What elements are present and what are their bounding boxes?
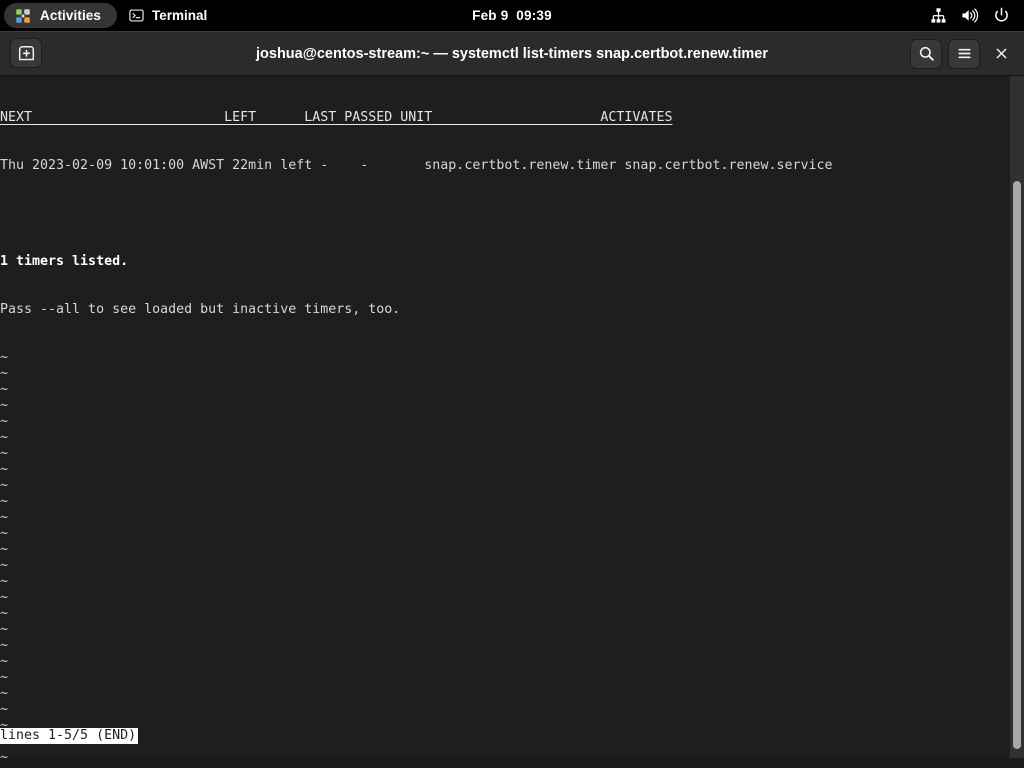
pager-empty-line: ~ [0, 382, 9, 397]
system-status-area[interactable] [930, 0, 1024, 31]
pager-empty-line: ~ [0, 366, 9, 381]
pager-empty-lines: ~~~~~~~~~~~~~~~~~~~~~~~~~~~~~~~~~~~~ [0, 350, 1024, 758]
timers-table-row: Thu 2023-02-09 10:01:00 AWST 22min left … [0, 158, 833, 173]
power-icon [993, 7, 1010, 24]
timers-table-header-row: NEXT LEFT LAST PASSED UNIT ACTIVATES [0, 110, 673, 125]
desktop-background-strip [0, 758, 1024, 768]
timers-hint-row: Pass --all to see loaded but inactive ti… [0, 302, 401, 317]
pager-empty-line: ~ [0, 526, 9, 541]
pager-empty-line: ~ [0, 414, 9, 429]
pager-empty-line: ~ [0, 702, 9, 717]
top-bar-left-group: Activities Terminal [0, 0, 217, 31]
pager-empty-line: ~ [0, 462, 9, 477]
pager-empty-line: ~ [0, 750, 9, 758]
gnome-apps-icon [15, 8, 31, 24]
terminal-icon [129, 8, 144, 23]
pager-empty-line: ~ [0, 686, 9, 701]
pager-empty-line: ~ [0, 574, 9, 589]
volume-icon [961, 7, 979, 24]
header-right-controls [910, 31, 1016, 76]
header-left-controls [0, 38, 42, 68]
new-tab-button[interactable] [10, 38, 42, 68]
main-menu-button[interactable] [948, 38, 980, 69]
pager-empty-line: ~ [0, 542, 9, 557]
pager-empty-line: ~ [0, 510, 9, 525]
search-button[interactable] [910, 38, 942, 69]
timers-summary-row: 1 timers listed. [0, 254, 129, 269]
pager-empty-line: ~ [0, 398, 9, 413]
pager-empty-line: ~ [0, 590, 9, 605]
terminal-scrollbar[interactable] [1010, 76, 1024, 758]
clock-button[interactable]: Feb 9 09:39 [464, 8, 560, 23]
pager-empty-line: ~ [0, 430, 9, 445]
activities-button[interactable]: Activities [4, 3, 118, 28]
pager-status-bar: lines 1-5/5 (END) [0, 728, 139, 744]
pager-empty-line: ~ [0, 478, 9, 493]
window-header-bar: joshua@centos-stream:~ — systemctl list-… [0, 31, 1024, 76]
close-button[interactable] [986, 39, 1016, 69]
pager-empty-line: ~ [0, 606, 9, 621]
pager-empty-line: ~ [0, 446, 9, 461]
terminal-screen[interactable]: NEXT LEFT LAST PASSED UNIT ACTIVATES Thu… [0, 76, 1024, 758]
hamburger-menu-icon [956, 45, 973, 62]
new-tab-icon [18, 45, 35, 62]
activities-label: Activities [40, 8, 102, 23]
terminal-view[interactable]: NEXT LEFT LAST PASSED UNIT ACTIVATES Thu… [0, 76, 1024, 758]
pager-empty-line: ~ [0, 718, 9, 733]
pager-empty-line: ~ [0, 670, 9, 685]
search-icon [918, 45, 935, 62]
pager-empty-line: ~ [0, 494, 9, 509]
terminal-scrollbar-thumb[interactable] [1013, 181, 1021, 749]
window-title: joshua@centos-stream:~ — systemctl list-… [256, 45, 768, 62]
terminal-window: joshua@centos-stream:~ — systemctl list-… [0, 31, 1024, 758]
gnome-top-bar: Activities Terminal Feb 9 09:39 [0, 0, 1024, 31]
app-menu-terminal[interactable]: Terminal [119, 3, 217, 28]
pager-empty-line: ~ [0, 558, 9, 573]
pager-empty-line: ~ [0, 622, 9, 637]
wired-network-icon [930, 7, 947, 24]
pager-empty-line: ~ [0, 734, 1024, 750]
pager-empty-line: ~ [0, 638, 9, 653]
close-icon [994, 46, 1009, 61]
pager-empty-line: ~ [0, 350, 9, 365]
pager-empty-line: ~ [0, 654, 9, 669]
blank-row [0, 206, 1024, 222]
app-menu-label: Terminal [152, 8, 208, 23]
